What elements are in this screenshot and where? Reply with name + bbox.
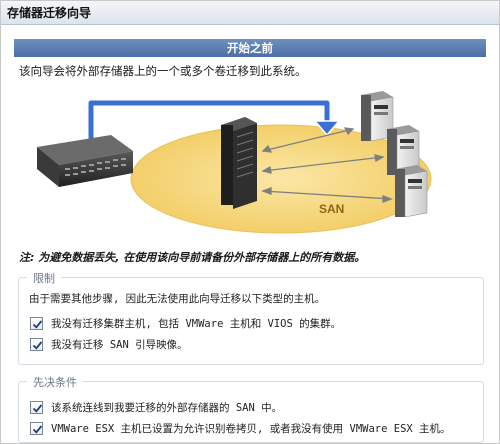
checkbox-label: 我没有迁移集群主机, 包括 VMWare 主机和 VIOS 的集群。 <box>51 318 342 330</box>
checkbox-label: 我没有迁移 SAN 引导映像。 <box>51 339 188 351</box>
check-mark-icon <box>32 425 43 434</box>
section-banner: 开始之前 <box>14 39 486 57</box>
check-mark-icon <box>32 404 43 413</box>
data-loss-warning: 注: 为避免数据丢失, 在使用该向导前请备份外部存储器上的所有数据。 <box>19 251 366 264</box>
checkbox-vmware-esx[interactable] <box>30 422 43 435</box>
check-mark-icon <box>32 341 43 350</box>
restrictions-description: 由于需要其他步骤, 因此无法使用此向导迁移以下类型的主机。 <box>29 293 326 305</box>
checkbox-label: VMWare ESX 主机已设置为允许识别卷拷贝, 或者我没有使用 VMWare… <box>51 423 451 435</box>
prerequisites-group: 先决条件 该系统连线到我要迁移的外部存储器的 SAN 中。 VMWare ESX… <box>18 374 484 443</box>
restrictions-title: 限制 <box>27 270 61 286</box>
storage-system-icon <box>221 117 257 209</box>
checkbox-row-san-boot[interactable]: 我没有迁移 SAN 引导映像。 <box>30 337 188 352</box>
migration-diagram: SAN <box>37 91 432 234</box>
window-title: 存储器迁移向导 <box>1 1 499 25</box>
external-storage-icon <box>37 135 133 187</box>
checkbox-label: 该系统连线到我要迁移的外部存储器的 SAN 中。 <box>51 402 283 414</box>
checkbox-san-boot[interactable] <box>30 338 43 351</box>
prerequisites-title: 先决条件 <box>27 374 83 390</box>
san-network-ellipse <box>130 124 432 234</box>
checkbox-row-san-connected[interactable]: 该系统连线到我要迁移的外部存储器的 SAN 中。 <box>30 400 282 415</box>
check-mark-icon <box>32 320 43 329</box>
san-label: SAN <box>319 202 344 216</box>
host-server-icon-3 <box>395 165 428 218</box>
checkbox-san-connected[interactable] <box>30 401 43 414</box>
checkbox-cluster-hosts[interactable] <box>30 317 43 330</box>
checkbox-row-vmware-esx[interactable]: VMWare ESX 主机已设置为允许识别卷拷贝, 或者我没有使用 VMWare… <box>30 421 451 436</box>
intro-text: 该向导会将外部存储器上的一个或多个卷迁移到此系统。 <box>19 64 307 78</box>
restrictions-group: 限制 由于需要其他步骤, 因此无法使用此向导迁移以下类型的主机。 我没有迁移集群… <box>18 270 484 365</box>
checkbox-row-cluster-hosts[interactable]: 我没有迁移集群主机, 包括 VMWare 主机和 VIOS 的集群。 <box>30 316 341 331</box>
wizard-window: 存储器迁移向导 开始之前 该向导会将外部存储器上的一个或多个卷迁移到此系统。 S… <box>0 0 500 444</box>
